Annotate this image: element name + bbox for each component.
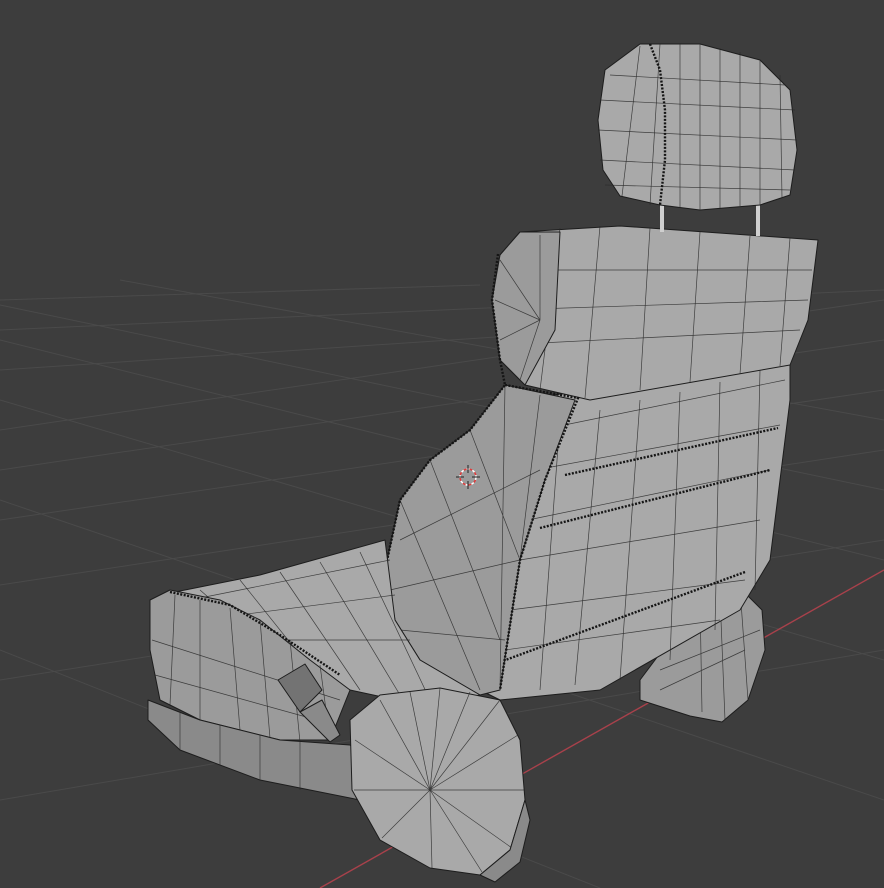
headrest[interactable]	[597, 43, 798, 211]
3d-viewport[interactable]	[0, 0, 884, 888]
viewport-canvas[interactable]	[0, 0, 884, 888]
car-seat-mesh[interactable]	[147, 43, 819, 883]
